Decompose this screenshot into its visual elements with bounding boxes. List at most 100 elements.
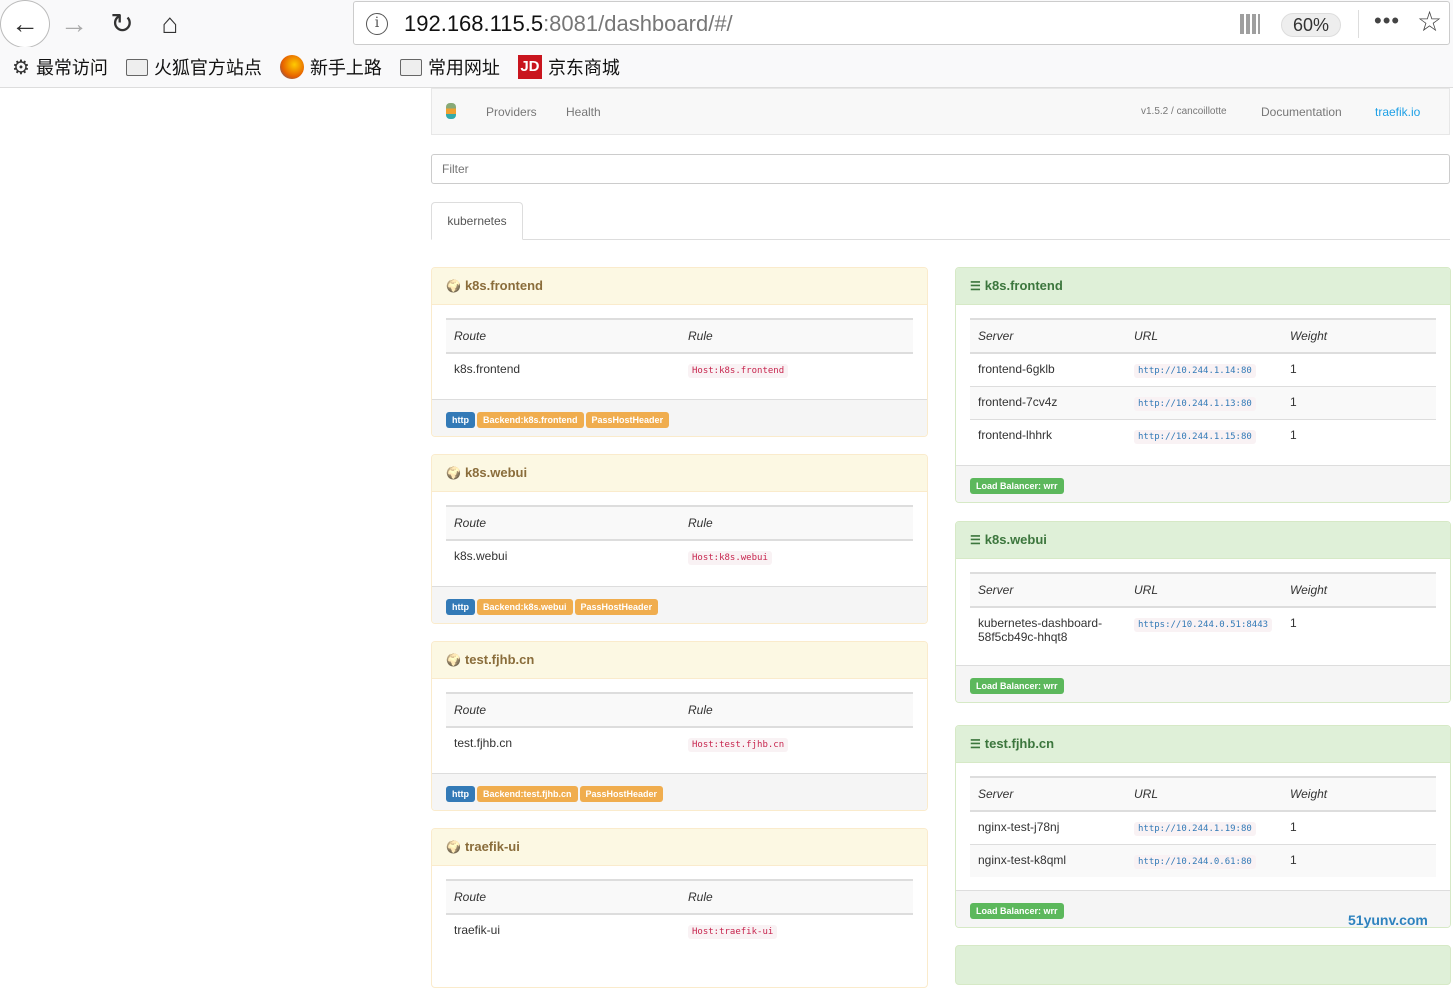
address-bar[interactable]: i 192.168.115.5:8081/dashboard/#/ 60% ••… [353, 1, 1450, 45]
bookmark-item[interactable]: 新手上路 [279, 54, 382, 80]
panel-body: Route Rule traefik-ui Host:traefik-ui [432, 866, 927, 960]
bookmark-item[interactable]: 火狐官方站点 [125, 54, 262, 80]
backend-name[interactable]: test.fjhb.cn [985, 736, 1054, 751]
table-row: nginx-test-j78nj http://10.244.1.19:80 1 [970, 811, 1436, 844]
gear-icon: ⚙ [12, 56, 30, 79]
server-url[interactable]: http://10.244.0.61:80 [1134, 854, 1256, 869]
bookmark-item[interactable]: 常用网址 [399, 54, 500, 80]
rule-code: Host:k8s.webui [688, 551, 772, 565]
bookmark-item[interactable]: JD 京东商城 [517, 54, 620, 80]
globe-icon: 🌍 [446, 653, 461, 667]
server-cell: frontend-7cv4z [970, 385, 1126, 419]
rule-header: Rule [680, 318, 913, 354]
label-badge: Backend:test.fjhb.cn [477, 786, 578, 802]
url-text[interactable]: 192.168.115.5:8081/dashboard/#/ [404, 11, 733, 37]
bookmark-item[interactable]: ⚙ 最常访问 [12, 54, 108, 80]
nav-traefik-io[interactable]: traefik.io [1375, 105, 1420, 119]
server-header: Server [970, 318, 1126, 354]
frontend-name[interactable]: k8s.webui [465, 465, 527, 480]
panel-body: Server URL Weight kubernetes-dashboard-58f5… [956, 559, 1450, 665]
backend-name[interactable]: k8s.webui [985, 532, 1047, 547]
servers-table: Server URL Weight kubernetes-dashboard-58f5… [970, 572, 1436, 652]
table-header: Server URL Weight [970, 572, 1436, 608]
server-cell: frontend-lhhrk [970, 418, 1126, 452]
reload-button[interactable]: ↻ [98, 0, 146, 47]
table-row: frontend-7cv4z http://10.244.1.13:80 1 [970, 385, 1436, 419]
weight-cell: 1 [1282, 385, 1436, 419]
frontend-panel: 🌍 traefik-ui Route Rule traefik-ui Host:traef… [431, 828, 928, 988]
more-actions-icon[interactable]: ••• [1374, 8, 1400, 34]
backend-panel: ☰ k8s.frontend Server URL Weight frontend-6gk… [955, 267, 1451, 503]
nav-health[interactable]: Health [566, 105, 601, 119]
url-path: :8081/dashboard/#/ [543, 11, 733, 36]
panel-body: Server URL Weight frontend-6gklb http://10.2… [956, 305, 1450, 465]
info-icon[interactable]: i [366, 13, 388, 35]
server-url[interactable]: http://10.244.1.19:80 [1134, 822, 1256, 836]
url-host: 192.168.115.5 [404, 11, 544, 36]
version-text: v1.5.2 / cancoillotte [1141, 106, 1227, 117]
traefik-logo-icon[interactable] [446, 103, 456, 119]
load-balancer-badge: Load Balancer: wrr [970, 478, 1064, 494]
firefox-icon [279, 55, 304, 79]
backend-panel [955, 945, 1451, 985]
folder-icon [125, 58, 148, 76]
route-cell: test.fjhb.cn [454, 736, 513, 750]
bookmark-label: 常用网址 [427, 58, 500, 78]
frontend-panel: 🌍 k8s.frontend Route Rule k8s.frontend Host:k… [431, 267, 928, 437]
server-url[interactable]: http://10.244.1.14:80 [1134, 364, 1256, 378]
panel-heading: ☰ k8s.webui [956, 522, 1450, 559]
panel-heading: 🌍 k8s.webui [432, 455, 927, 492]
frontend-name[interactable]: test.fjhb.cn [465, 652, 534, 667]
backend-name[interactable]: k8s.frontend [985, 278, 1063, 293]
tab-kubernetes[interactable]: kubernetes [431, 202, 523, 240]
servers-table: Server URL Weight nginx-test-j78nj http://10… [970, 776, 1436, 877]
nav-documentation[interactable]: Documentation [1261, 105, 1342, 119]
frontend-panel: 🌍 k8s.webui Route Rule k8s.webui Host:k8s.web… [431, 454, 928, 624]
server-url[interactable]: http://10.244.1.13:80 [1134, 396, 1256, 411]
table-header: Route Rule [446, 318, 913, 354]
watermark-logo: 51yunv.com [1348, 912, 1428, 928]
panel-footer: Load Balancer: wrr [956, 465, 1450, 502]
table-header: Route Rule [446, 692, 913, 728]
label-badge: PassHostHeader [574, 599, 659, 615]
load-balancer-badge: Load Balancer: wrr [970, 678, 1064, 694]
filter-input[interactable] [431, 154, 1450, 184]
routes-table: Route Rule test.fjhb.cn Host:test.fjhb.cn [446, 692, 913, 760]
qr-code-icon[interactable] [1240, 14, 1260, 34]
globe-icon: 🌍 [446, 840, 461, 854]
frontend-name[interactable]: k8s.frontend [465, 278, 543, 293]
panel-heading: ☰ test.fjhb.cn [956, 726, 1450, 763]
home-button[interactable]: ⌂ [146, 0, 194, 47]
forward-button[interactable]: → [50, 0, 98, 47]
table-row: test.fjhb.cn Host:test.fjhb.cn [446, 727, 913, 760]
table-header: Route Rule [446, 879, 913, 915]
label-badge: PassHostHeader [585, 412, 670, 428]
globe-icon: 🌍 [446, 279, 461, 293]
table-row: nginx-test-k8qml http://10.244.0.61:80 1 [970, 843, 1436, 877]
rule-code: Host:k8s.frontend [688, 364, 789, 378]
zoom-level-button[interactable]: 60% [1281, 13, 1341, 37]
weight-cell: 1 [1290, 616, 1297, 630]
frontend-panel: 🌍 test.fjhb.cn Route Rule test.fjhb.cn Host:t… [431, 641, 928, 811]
label-badge: Backend:k8s.webui [477, 599, 573, 615]
bookmarks-bar: ⚙ 最常访问 火狐官方站点 新手上路 常用网址 JD 京东商城 [0, 47, 1453, 88]
back-button[interactable]: ← [0, 0, 50, 48]
bookmark-label: 京东商城 [547, 58, 620, 78]
server-stack-icon: ☰ [970, 533, 981, 547]
frontend-name[interactable]: traefik-ui [465, 839, 520, 854]
bookmark-label: 火狐官方站点 [153, 58, 262, 78]
table-row: kubernetes-dashboard-58f5cb49c-hhqt8 http… [970, 607, 1436, 652]
server-url[interactable]: http://10.244.1.15:80 [1134, 429, 1256, 444]
table-row: k8s.webui Host:k8s.webui [446, 540, 913, 573]
bookmark-star-icon[interactable]: ☆ [1417, 5, 1442, 38]
table-row: frontend-lhhrk http://10.244.1.15:80 1 [970, 418, 1436, 452]
route-header: Route [446, 879, 680, 915]
panel-footer: Load Balancer: wrr [956, 665, 1450, 702]
server-header: Server [970, 776, 1126, 812]
panel-heading: 🌍 traefik-ui [432, 829, 927, 866]
url-cell: http://10.244.1.14:80 [1126, 353, 1282, 386]
route-cell: k8s.webui [454, 549, 508, 563]
nav-providers[interactable]: Providers [486, 105, 537, 119]
label-badge: http [446, 786, 475, 802]
server-url[interactable]: https://10.244.0.51:8443 [1134, 618, 1273, 632]
